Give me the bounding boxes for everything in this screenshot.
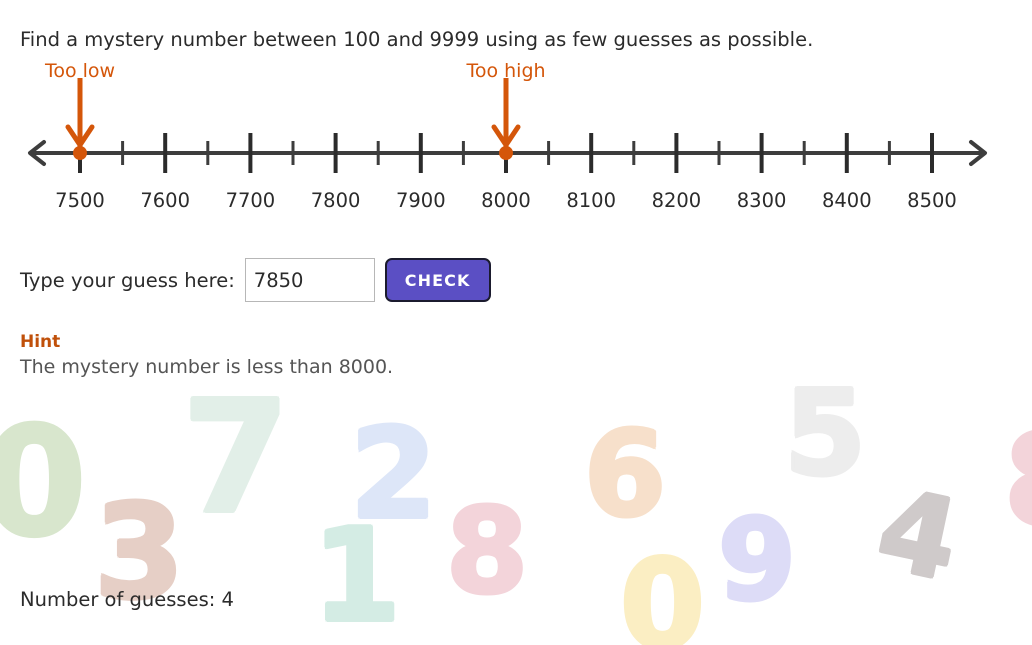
- decorative-digit: 2: [349, 402, 439, 547]
- number-line-tick-label: 8100: [566, 189, 617, 212]
- number-line-tick-label: 8300: [736, 189, 787, 212]
- decorative-digit: 6: [582, 405, 667, 543]
- number-line-tick-label: 7500: [55, 189, 105, 212]
- number-line-marker-label: Too high: [466, 60, 546, 82]
- hint-title: Hint: [20, 332, 61, 352]
- hint-block: Hint The mystery number is less than 800…: [20, 332, 393, 378]
- decorative-digit: 0: [619, 534, 707, 645]
- decorative-digit: 7: [181, 367, 292, 548]
- number-line: Too low Too high 7500 7600 7700 7800 7900 8000 8…: [0, 60, 1032, 215]
- decorative-digit: 0: [0, 396, 88, 570]
- decorative-digit: 4: [866, 463, 970, 607]
- check-button[interactable]: CHECK: [384, 258, 491, 302]
- guess-input[interactable]: [244, 258, 375, 302]
- number-line-tick-label: 8000: [481, 189, 531, 212]
- number-line-tick-label: 7800: [310, 189, 361, 212]
- hint-body: The mystery number is less than 8000.: [20, 356, 394, 378]
- number-line-tick-label: 8500: [907, 189, 957, 212]
- decorative-digit: 8: [1003, 417, 1032, 545]
- decorative-digit: 8: [444, 482, 529, 620]
- guess-input-label: Type your guess here:: [20, 268, 235, 292]
- page-title: Find a mystery number between 100 and 99…: [20, 28, 814, 51]
- number-line-tick-label: 8400: [821, 189, 872, 212]
- guess-entry-row: Type your guess here: CHECK: [20, 255, 491, 305]
- decorative-digit: 5: [782, 364, 867, 502]
- guess-counter: Number of guesses: 4: [20, 588, 234, 611]
- number-line-tick-label: 7900: [395, 189, 446, 212]
- number-line-tick-label: 7700: [225, 189, 276, 212]
- number-line-tick-label: 7600: [140, 189, 191, 212]
- number-line-marker-label: Too low: [44, 60, 116, 82]
- number-line-tick-label: 8200: [651, 189, 702, 212]
- decorative-digit: 9: [717, 496, 798, 626]
- decorative-digit: 1: [310, 502, 402, 645]
